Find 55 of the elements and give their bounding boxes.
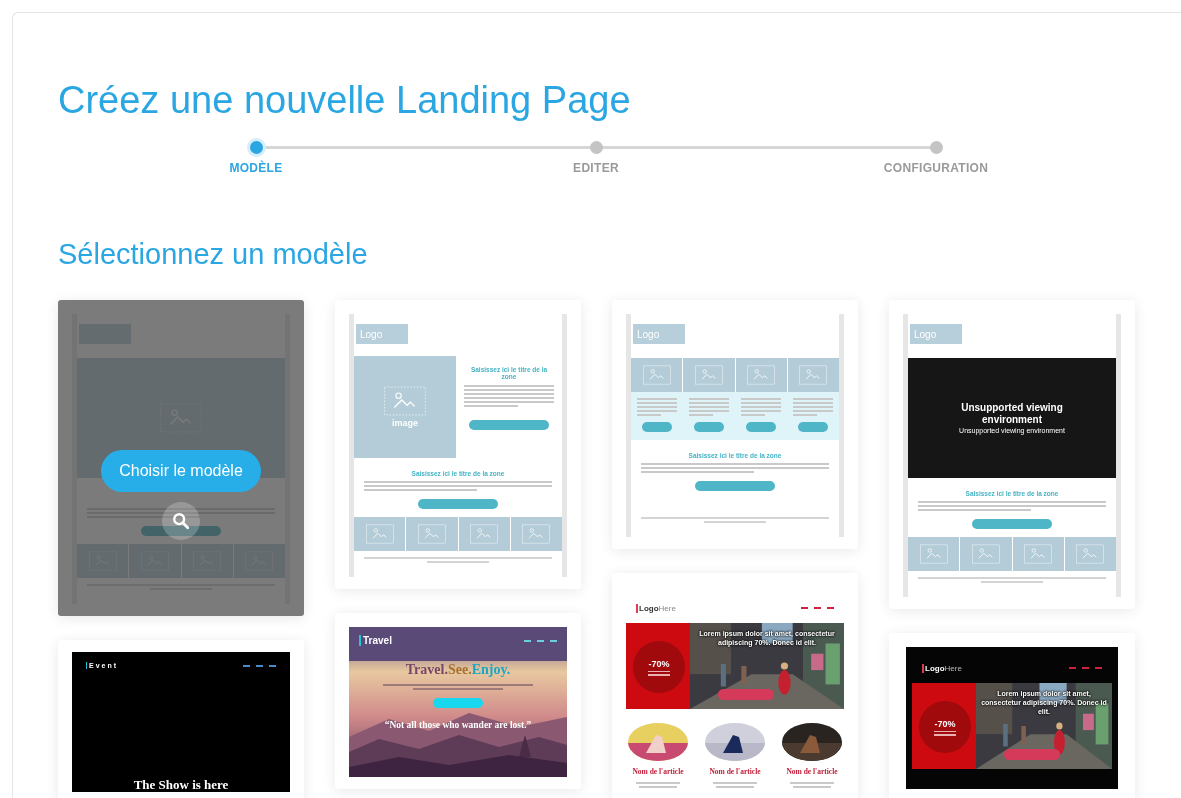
image-placeholder-icon [747, 365, 776, 385]
preview-button[interactable] [162, 502, 200, 540]
logo-placeholder: Logo [910, 324, 962, 344]
image-placeholder-icon [694, 365, 723, 385]
image-placeholder-icon [159, 403, 203, 433]
discount-value: -70% [648, 658, 670, 669]
section-title: Sélectionnez un modèle [58, 237, 369, 271]
placeholder-text-drawing [648, 670, 670, 676]
nav-links-drawing [243, 664, 276, 667]
search-icon [172, 512, 190, 530]
step-dot[interactable] [929, 141, 943, 154]
newsletter-button-drawing [1004, 749, 1060, 760]
image-placeholder-icon [522, 524, 551, 544]
hero-headline: Travel.See.Enjoy. [405, 662, 511, 678]
nav-links-drawing [801, 607, 834, 609]
image-placeholder-icon [1024, 544, 1053, 564]
column-button-drawing [642, 422, 672, 432]
step-label: EDITER [573, 161, 619, 175]
video-title: Unsupported viewing environment [960, 402, 1064, 426]
brand-logo: Travel [359, 635, 392, 646]
step-dot[interactable] [589, 141, 603, 154]
image-label: image [392, 418, 418, 428]
step-dot[interactable] [249, 141, 263, 154]
placeholder-text-drawing [934, 730, 956, 736]
nav-links-drawing [1069, 667, 1102, 669]
brand-logo: LogoHere [636, 603, 676, 613]
image-placeholder-icon [799, 365, 828, 385]
column-button-drawing [694, 422, 724, 432]
logo-placeholder: Logo [633, 324, 685, 344]
image-placeholder-icon [470, 524, 499, 544]
brand-logo: LogoHere [922, 663, 962, 673]
image-placeholder-icon [971, 544, 1000, 564]
action-button-drawing [433, 698, 483, 708]
column-button-drawing [746, 422, 776, 432]
placeholder-text-drawing [741, 398, 781, 416]
placeholder-text-drawing [637, 398, 677, 416]
image-placeholder-icon [365, 524, 394, 544]
image-placeholder-icon [642, 365, 671, 385]
newsletter-button-drawing [718, 689, 774, 700]
step-label: MODÈLE [229, 161, 283, 175]
placeholder-text-drawing [793, 398, 833, 416]
nav-links-drawing [524, 639, 557, 642]
page-title: Créez une nouvelle Landing Page [58, 78, 632, 123]
image-placeholder-icon [383, 386, 427, 416]
image-placeholder-icon [919, 544, 948, 564]
template-card[interactable]: Travel Travel.See.Enjoy. “Not all those who wander are lost.” [335, 613, 581, 789]
quote-text: “Not all those who wander are lost.” [384, 720, 532, 730]
logo-placeholder: Logo [356, 324, 408, 344]
column-button-drawing [798, 422, 828, 432]
hero-headline: The Show is here [133, 778, 229, 792]
placeholder-text-drawing [689, 398, 729, 416]
step-label: CONFIGURATION [883, 161, 989, 175]
image-placeholder-icon [417, 524, 446, 544]
discount-value: -70% [934, 718, 956, 729]
image-placeholder-icon [1076, 544, 1105, 564]
